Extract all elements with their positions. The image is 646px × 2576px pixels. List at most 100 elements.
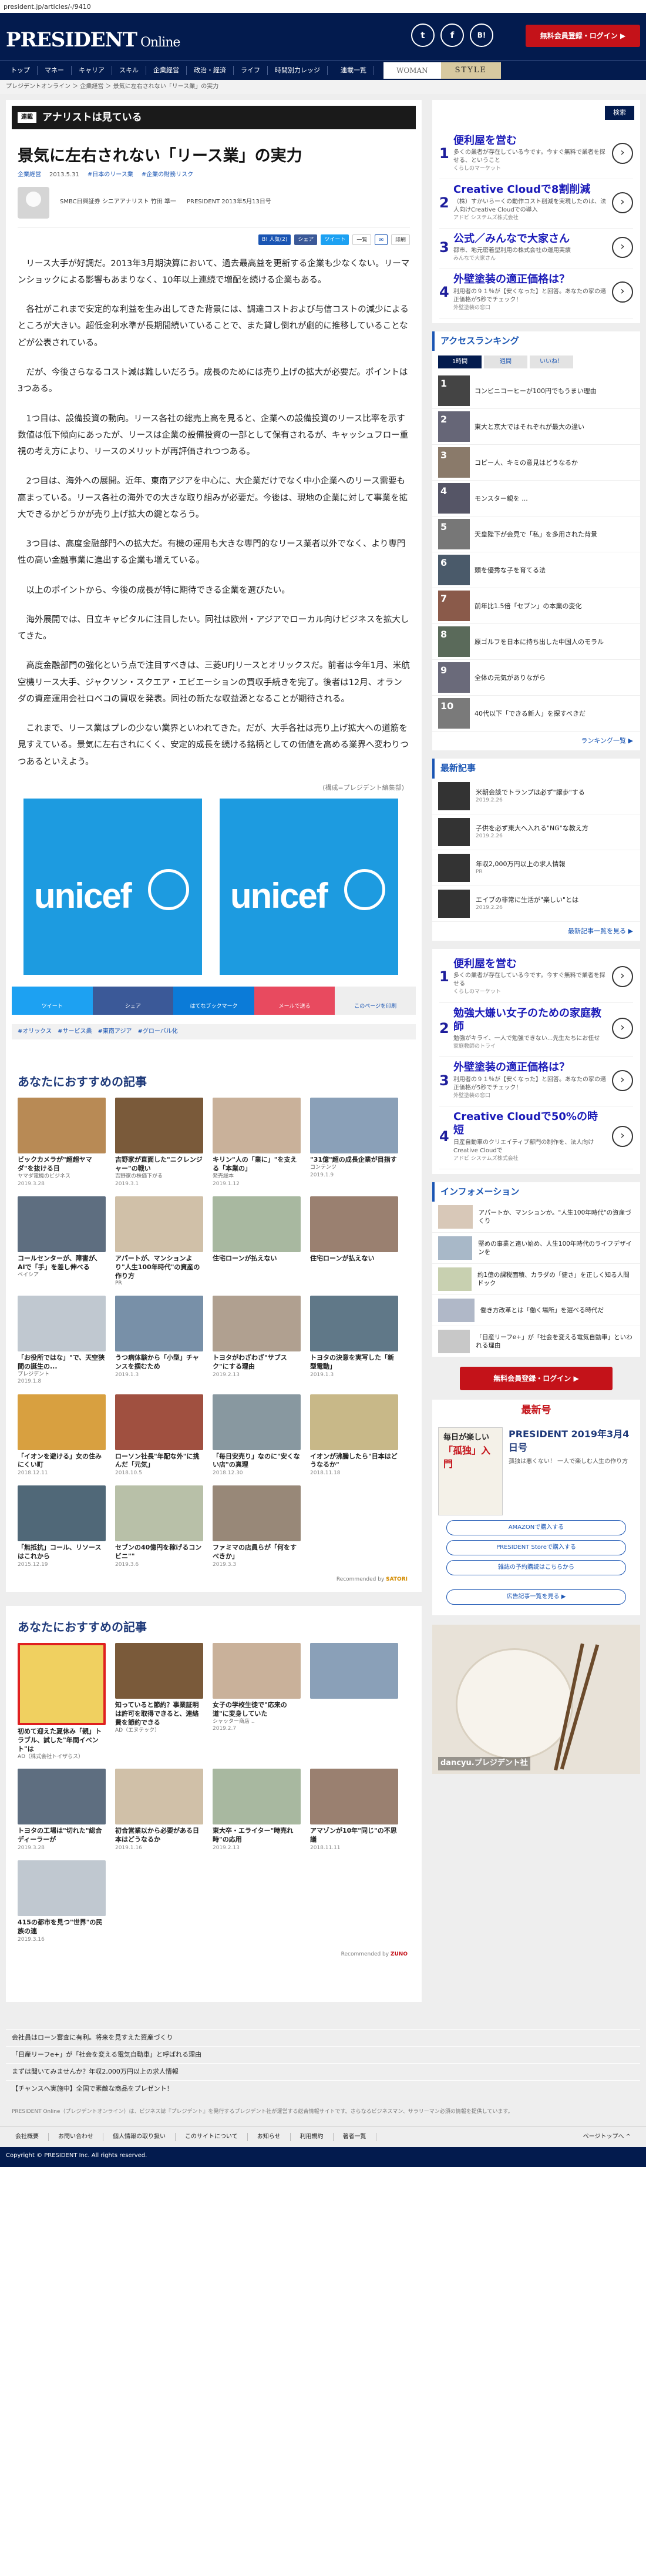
ranking-more-link[interactable]: ランキング一覧 ▶	[432, 732, 640, 751]
latest-item[interactable]: エイブの非常に生活が"楽しい"とは 2019.2.26	[432, 886, 640, 923]
footer-link[interactable]: 「日産リーフe+」が「社会を変える電気自動車」と呼ばれる理由	[6, 2045, 640, 2063]
ranking-item[interactable]: 5 天皇陛下が会見で「私」を多用された背景	[432, 516, 640, 553]
subscribe-button[interactable]: 雑誌の予約購読はこちらから	[446, 1559, 626, 1575]
unicef-ad-banner[interactable]: unicef	[23, 798, 202, 975]
nav-item[interactable]: マネー	[38, 65, 72, 75]
nav-item[interactable]: キャリア	[72, 65, 112, 75]
facebook-share-button[interactable]: シェア	[92, 986, 174, 1015]
style-link[interactable]: STYLE	[440, 62, 501, 79]
footer-nav-item[interactable]: 個人情報の取り扱い	[103, 2132, 176, 2142]
facebook-share-button[interactable]: シェア	[294, 234, 318, 245]
ad-list-button[interactable]: 広告記事一覧を見る ▶	[446, 1589, 626, 1605]
footer-link[interactable]: 会社員はローン審査に有利。将来を見すえた資産づくり	[6, 2028, 640, 2046]
recommend-card[interactable]: 初合営業以から必要がある日本はどうなるか 2019.1.16	[115, 1769, 203, 1852]
arrow-right-icon[interactable]: ›	[612, 966, 633, 988]
mail-share-button[interactable]: メールで送る	[254, 986, 335, 1015]
recommend-card[interactable]: 「イオンを避ける」女の住みにくい町 2018.12.11	[18, 1394, 106, 1478]
recommend-card[interactable]: 初めて迎えた夏休み「親」トラブル、試した"年間イベント"は AD（株式会社トイザら…	[18, 1643, 106, 1760]
recommend-card[interactable]: アパートが、マンションより"人生100年時代"の資産の作り方 PR	[115, 1196, 203, 1287]
arrow-right-icon[interactable]: ›	[612, 1125, 633, 1147]
nav-item[interactable]: ライフ	[234, 65, 268, 75]
ranking-item[interactable]: 9 全体の元気がありながら	[432, 660, 640, 696]
buy-store-button[interactable]: PRESIDENT Storeで購入する	[446, 1539, 626, 1555]
nav-item[interactable]: 時間別力レッジ	[268, 65, 328, 75]
mail-icon[interactable]: ✉	[375, 234, 388, 245]
nav-item[interactable]: 政治・経済	[187, 65, 234, 75]
tab-hourly[interactable]: 1時間	[438, 355, 482, 369]
nav-item[interactable]: スキル	[112, 65, 146, 75]
info-item[interactable]: 「日産リーフe+」が「社会を変える電気自動車」といわれる理由	[432, 1326, 640, 1358]
hatena-icon[interactable]: B!	[470, 24, 493, 47]
recommend-card[interactable]: トヨタの工場は"切れた"総合ディーラーが 2019.3.28	[18, 1769, 106, 1852]
recommend-card[interactable]: セブンの40億円を稼げるコンビニ"" 2019.3.6	[115, 1485, 203, 1569]
tag-link[interactable]: #日本のリース業	[88, 171, 133, 180]
footer-link[interactable]: 【チャンスへ実施中】全国で素敵な商品をプレゼント！	[6, 2079, 640, 2097]
info-item[interactable]: 約1億の課税面積、カラダの「健さ」を正しく知る人間ドック	[432, 1264, 640, 1296]
author-name[interactable]: SMBC日興証券 シニアアナリスト 竹田 準一	[60, 198, 176, 207]
recommend-card[interactable]: イオンが沸騰したら"日本はどうなるか" 2018.11.18	[310, 1394, 398, 1478]
tweet-share-button[interactable]: ツイート	[12, 986, 93, 1015]
nav-item[interactable]: トップ	[4, 65, 38, 75]
arrow-right-icon[interactable]: ›	[612, 1018, 633, 1039]
url-bar[interactable]: president.jp/articles/-/9410	[0, 0, 646, 13]
ranking-item[interactable]: 6 頭を優秀な子を育てる法	[432, 552, 640, 589]
arrow-right-icon[interactable]: ›	[612, 1069, 633, 1091]
ranking-item[interactable]: 2 東大と京大ではそれぞれが最大の違い	[432, 409, 640, 445]
site-logo[interactable]: PRESIDENT Online	[6, 26, 180, 55]
series-banner[interactable]: 連載 アナリストは見ている	[12, 106, 416, 129]
footer-nav-item[interactable]: お知らせ	[248, 2132, 291, 2142]
buy-amazon-button[interactable]: AMAZONで購入する	[446, 1520, 626, 1535]
recommend-card[interactable]: 「毎日安売り」なのに"安くない店"の真理 2018.12.30	[213, 1394, 301, 1478]
footer-link[interactable]: まずは聞いてみませんか？年収2,000万円以上の求人情報	[6, 2062, 640, 2080]
recommend-card[interactable]: 住宅ローンが払えない	[310, 1196, 398, 1287]
recommend-card[interactable]: 415の都市を見つ"世界"の民族の連 2019.3.16	[18, 1860, 106, 1944]
woman-link[interactable]: WOMAN	[383, 62, 441, 79]
tag-link[interactable]: #サービス業	[58, 1028, 92, 1037]
tag-link[interactable]: #グローバル化	[137, 1028, 177, 1037]
footer-nav-item[interactable]: 利用規約	[291, 2132, 334, 2142]
footer-nav-item[interactable]: 会社概要	[6, 2132, 49, 2142]
arrow-right-icon[interactable]: ›	[612, 192, 633, 213]
search-button[interactable]: 検索	[605, 106, 634, 120]
ranking-item[interactable]: 4 モンスター親を ...	[432, 481, 640, 517]
info-item[interactable]: 堅めの事業と遠い始め、人生100年時代のライフデザインを	[432, 1233, 640, 1264]
member-login-button[interactable]: 無料会員登録・ログイン ▶	[526, 25, 640, 47]
latest-item[interactable]: 子供を必ず東大へ入れる"NG"な教え方 2019.2.26	[432, 814, 640, 851]
latest-item[interactable]: 年収2,000万円以上の求人情報 PR	[432, 850, 640, 887]
tag-link[interactable]: #オリックス	[18, 1028, 52, 1037]
recommend-card[interactable]: ファミマの店員らが「何をすべきか」 2019.3.3	[213, 1485, 301, 1569]
recommend-card[interactable]: 東大卒・エライター"時売れ時"の応用 2019.2.13	[213, 1769, 301, 1852]
recommend-card[interactable]: トヨタがわざわざ"サブスク"にする理由 2019.2.13	[213, 1296, 301, 1386]
tab-weekly[interactable]: 週間	[484, 355, 527, 369]
print-button[interactable]: 印刷	[391, 234, 410, 245]
ranking-item[interactable]: 10 40代以下「できる新人」を探すべきだ	[432, 696, 640, 732]
footer-nav-item[interactable]: ページトップへ ^	[574, 2133, 640, 2142]
hatena-bookmark-button[interactable]: はてなブックマーク	[173, 986, 254, 1015]
hatena-button[interactable]: B! 人気(2)	[258, 234, 291, 245]
tag-link[interactable]: #東南アジア	[97, 1028, 132, 1037]
ranking-item[interactable]: 7 前年比1.5倍「セブン」の本業の変化	[432, 588, 640, 625]
recommend-card[interactable]: "31億"超の成長企業が目指す コンテンツ 2019.1.9	[310, 1098, 398, 1188]
recommend-card[interactable]: 住宅ローンが払えない	[213, 1196, 301, 1287]
recommend-card[interactable]: 「無抵抗」コール、リソースはこれから 2015.12.19	[18, 1485, 106, 1569]
recommend-card[interactable]: コールセンターが、障害が、AIで「手」を差し伸べる ベイシア	[18, 1196, 106, 1287]
latest-item[interactable]: 米朝会談でトランプは必ず"譲歩"する 2019.2.26	[432, 779, 640, 815]
recommend-card[interactable]: 女子の学校生徒で"応来の道"に変身していた シャッター商店 .. 2019.2.7	[213, 1643, 301, 1760]
recommend-card[interactable]	[310, 1643, 398, 1760]
nav-item[interactable]: 連載一覧	[334, 65, 374, 75]
ad-item[interactable]: 4 外壁塗装の適正価格は？ 利用者の９１％が【安くなった】と回答。あなたの家の適正価…	[439, 269, 633, 318]
ad-item[interactable]: 3 公式／みんなで大家さん 都市、地元密着型利用の株式会社の運用実績 みんなで大家さん…	[439, 229, 633, 270]
recommend-card[interactable]: トヨタの決意を実写した「新型電動」 2019.1.3	[310, 1296, 398, 1386]
tab-likes[interactable]: いいね！	[530, 355, 573, 369]
ad-item[interactable]: 2 Creative Cloudで8割削減 （株）すかいらーくの動作コスト削減を実現…	[439, 179, 633, 229]
tag-link[interactable]: #企業の財務リスク	[142, 171, 193, 180]
ad-item[interactable]: 1 便利屋を営む 多くの業者が存在している今です。今すぐ無料で業者を探せる くらしのマ…	[439, 954, 633, 1003]
footer-nav-item[interactable]: 著者一覧	[334, 2132, 376, 2142]
ad-item[interactable]: 1 便利屋を営む 多くの業者が存在している今です。今すぐ無料で業者を探せる、というこ…	[439, 130, 633, 180]
arrow-right-icon[interactable]: ›	[612, 281, 633, 303]
latest-more-link[interactable]: 最新記事一覧を見る ▶	[432, 922, 640, 941]
magazine-cover[interactable]: 毎日が楽しい 「孤独」入門	[438, 1427, 503, 1515]
recommend-card[interactable]: 知っていると節約？事業証明は許可を取得できると、連絡費を節約できる AD（エヌテッ…	[115, 1643, 203, 1760]
ranking-item[interactable]: 3 コピー人、キミの意見はどうなるか	[432, 445, 640, 481]
info-item[interactable]: 働き方改革とは「働く場所」を選べる時代だ	[432, 1295, 640, 1327]
